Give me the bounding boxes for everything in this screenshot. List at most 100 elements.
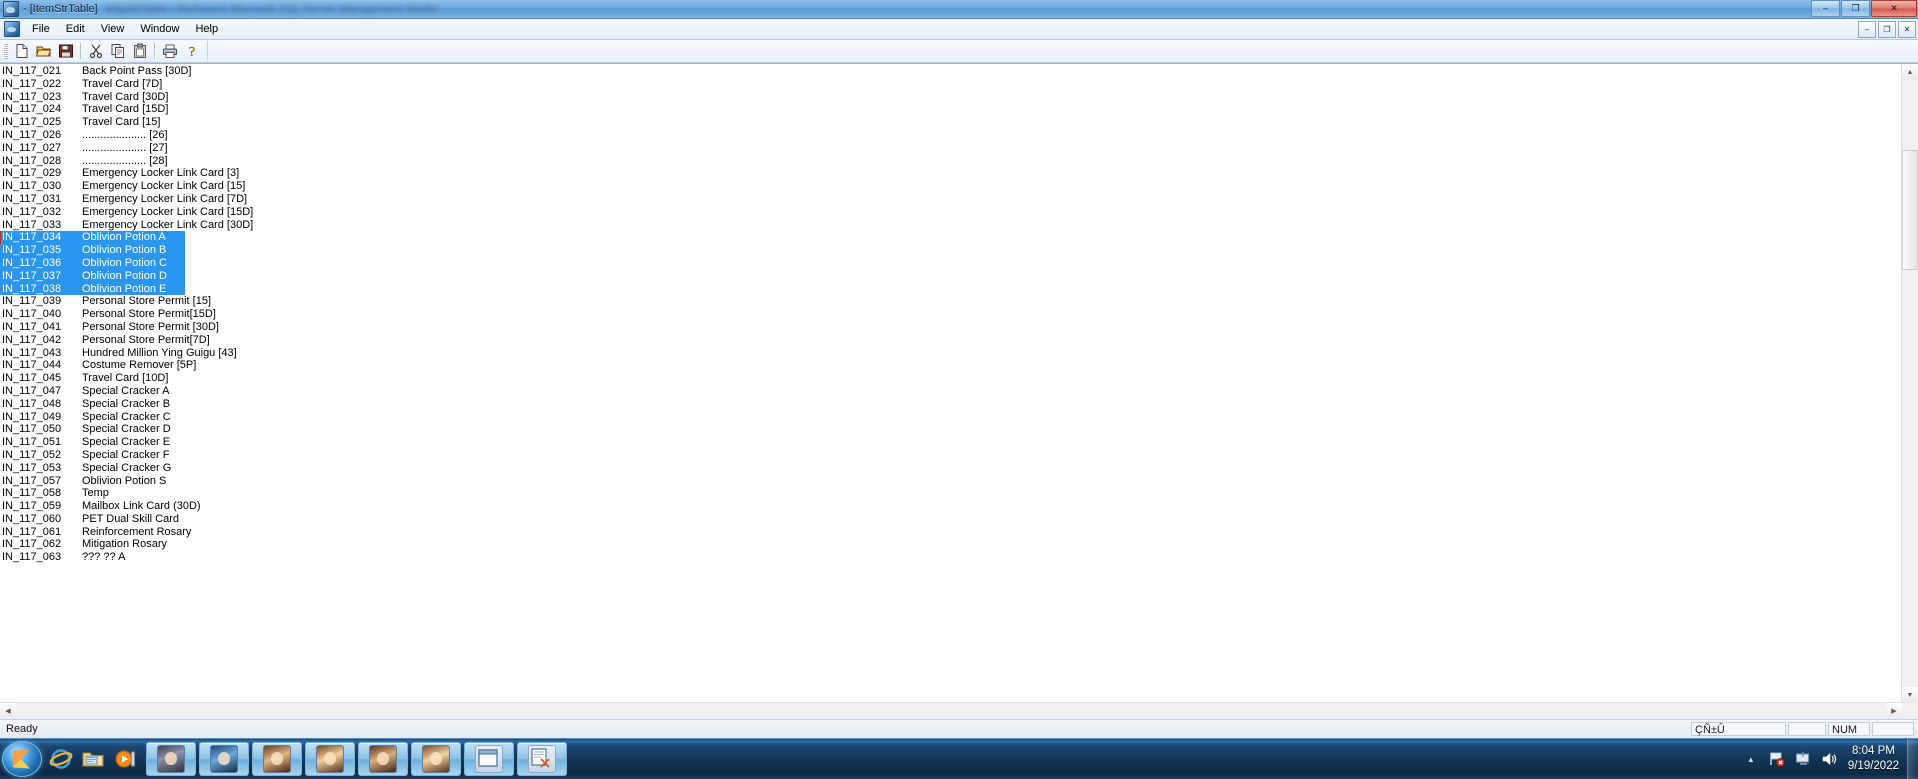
table-row[interactable]: IN_117_022 Travel Card [7D] — [0, 78, 1902, 91]
table-row[interactable]: IN_117_052 Special Cracker F — [0, 449, 1902, 462]
scroll-up-arrow[interactable]: ▲ — [1902, 64, 1918, 80]
task-button-game-client-2[interactable] — [199, 742, 249, 776]
table-row[interactable]: IN_117_059 Mailbox Link Card (30D) — [0, 500, 1902, 513]
status-scroll-pane — [1872, 722, 1914, 736]
task-button-sql-tool-window[interactable] — [517, 742, 567, 776]
menu-item-view[interactable]: View — [93, 22, 133, 37]
table-row[interactable]: IN_117_029 Emergency Locker Link Card [3] — [0, 167, 1902, 180]
table-row[interactable]: IN_117_053 Special Cracker G — [0, 462, 1902, 475]
table-row[interactable]: IN_117_043 Hundred Million Ying Guigu [43… — [0, 347, 1902, 360]
start-button[interactable] — [2, 741, 42, 777]
row-id: IN_117_059 — [2, 500, 62, 513]
copy-button[interactable] — [107, 41, 129, 61]
table-row[interactable]: IN_117_038 Oblivion Potion E — [0, 282, 185, 296]
cut-button[interactable] — [85, 41, 107, 61]
table-row[interactable]: IN_117_039 Personal Store Permit [15] — [0, 295, 1902, 308]
table-row[interactable]: IN_117_025 Travel Card [15] — [0, 116, 1902, 129]
table-row[interactable]: IN_117_031 Emergency Locker Link Card [7D… — [0, 193, 1902, 206]
mdi-child-system-icon[interactable] — [4, 21, 20, 37]
table-row[interactable]: IN_117_034 Oblivion Potion A — [0, 231, 185, 245]
table-row[interactable]: IN_117_021 Back Point Pass [30D] — [0, 65, 1902, 78]
table-row[interactable]: IN_117_048 Special Cracker B — [0, 398, 1902, 411]
menu-item-help[interactable]: Help — [187, 22, 226, 37]
menu-item-edit[interactable]: Edit — [58, 22, 93, 37]
table-row[interactable]: IN_117_035 Oblivion Potion B — [0, 244, 185, 257]
table-row[interactable]: IN_117_063 ??? ?? A — [0, 551, 1902, 564]
windows-explorer-button[interactable] — [80, 745, 106, 773]
table-row[interactable]: IN_117_047 Special Cracker A — [0, 385, 1902, 398]
toolbar-grip[interactable] — [3, 43, 8, 59]
mdi-restore-button[interactable]: ❐ — [1878, 21, 1896, 38]
row-id: IN_117_051 — [2, 436, 62, 449]
mdi-close-button[interactable]: ✕ — [1898, 21, 1916, 38]
network-flag-icon[interactable] — [1767, 749, 1787, 769]
about-button[interactable]: ? — [181, 41, 203, 61]
minimize-button[interactable]: – — [1811, 0, 1840, 17]
game-avatar-icon — [422, 745, 450, 773]
task-button-game-client-4[interactable] — [305, 742, 355, 776]
task-button-editor-window[interactable] — [464, 742, 514, 776]
game-avatar-icon — [316, 745, 344, 773]
table-row[interactable]: IN_117_028 ..................... [28] — [0, 155, 1902, 168]
menu-item-file[interactable]: File — [24, 22, 58, 37]
mdi-minimize-button[interactable]: – — [1858, 21, 1876, 38]
table-row[interactable]: IN_117_045 Travel Card [10D] — [0, 372, 1902, 385]
maximize-button[interactable]: ❐ — [1841, 0, 1870, 17]
table-row[interactable]: IN_117_027 ..................... [27] — [0, 142, 1902, 155]
taskbar-clock[interactable]: 8:04 PM 9/19/2022 — [1848, 744, 1899, 774]
table-row[interactable]: IN_117_036 Oblivion Potion C — [0, 256, 185, 270]
table-row[interactable]: IN_117_042 Personal Store Permit[7D] — [0, 334, 1902, 347]
show-hidden-icons-button[interactable]: ▲ — [1741, 749, 1761, 769]
task-button-game-client-3[interactable] — [252, 742, 302, 776]
table-row[interactable]: IN_117_030 Emergency Locker Link Card [15… — [0, 180, 1902, 193]
save-button[interactable] — [55, 41, 77, 61]
task-button-game-client-1[interactable] — [146, 742, 196, 776]
table-row[interactable]: IN_117_040 Personal Store Permit[15D] — [0, 308, 1902, 321]
vertical-scroll-track[interactable] — [1902, 80, 1918, 150]
horizontal-scrollbar[interactable]: ◀ ▶ — [0, 702, 1902, 719]
vertical-scrollbar[interactable]: ▲ ▼ — [1901, 64, 1918, 703]
table-row[interactable]: IN_117_060 PET Dual Skill Card — [0, 513, 1902, 526]
window-title-bar[interactable]: - [ItemStrTable] MapStrTable - BluSource… — [0, 0, 1918, 19]
media-player-button[interactable] — [112, 745, 138, 773]
table-row[interactable]: IN_117_049 Special Cracker C — [0, 411, 1902, 424]
row-name: Emergency Locker Link Card [15D] — [82, 205, 254, 218]
table-row[interactable]: IN_117_041 Personal Store Permit [30D] — [0, 321, 1902, 334]
table-row[interactable]: IN_117_050 Special Cracker D — [0, 423, 1902, 436]
close-button[interactable]: ✕ — [1871, 0, 1917, 17]
volume-icon[interactable] — [1819, 749, 1839, 769]
toolbar-separator-1 — [80, 43, 82, 59]
internet-explorer-button[interactable] — [48, 745, 74, 773]
table-row[interactable]: IN_117_062 Mitigation Rosary — [0, 538, 1902, 551]
open-file-button[interactable] — [33, 41, 55, 61]
task-button-game-client-5[interactable] — [358, 742, 408, 776]
row-id: IN_117_031 — [2, 192, 62, 205]
clock-date: 9/19/2022 — [1847, 760, 1899, 772]
table-row[interactable]: IN_117_037 Oblivion Potion D — [0, 269, 185, 283]
scroll-down-arrow[interactable]: ▼ — [1902, 687, 1918, 703]
paste-button[interactable] — [129, 41, 151, 61]
table-row[interactable]: IN_117_033 Emergency Locker Link Card [30… — [0, 219, 1902, 232]
show-desktop-button[interactable] — [1907, 739, 1918, 779]
table-row[interactable]: IN_117_023 Travel Card [30D] — [0, 91, 1902, 104]
scroll-left-arrow[interactable]: ◀ — [0, 703, 16, 719]
vertical-scroll-thumb[interactable] — [1902, 150, 1918, 270]
action-center-icon[interactable] — [1793, 749, 1813, 769]
print-button[interactable] — [159, 41, 181, 61]
new-file-button[interactable] — [11, 41, 33, 61]
row-name: Reinforcement Rosary — [82, 525, 192, 538]
table-row[interactable]: IN_117_057 Oblivion Potion S — [0, 475, 1902, 488]
scroll-right-arrow[interactable]: ▶ — [1886, 703, 1902, 719]
table-row[interactable]: IN_117_026 ..................... [26] — [0, 129, 1902, 142]
task-button-game-client-6[interactable] — [411, 742, 461, 776]
item-string-table-list[interactable]: IN_117_021 Back Point Pass [30D] IN_117_02… — [0, 64, 1902, 703]
table-row[interactable]: IN_117_058 Temp — [0, 487, 1902, 500]
table-row[interactable]: IN_117_061 Reinforcement Rosary — [0, 526, 1902, 539]
table-row[interactable]: IN_117_032 Emergency Locker Link Card [15… — [0, 206, 1902, 219]
table-row[interactable]: IN_117_051 Special Cracker E — [0, 436, 1902, 449]
vertical-scroll-track-lower[interactable] — [1902, 270, 1918, 687]
horizontal-scroll-track[interactable] — [16, 703, 1886, 719]
table-row[interactable]: IN_117_024 Travel Card [15D] — [0, 103, 1902, 116]
menu-item-window[interactable]: Window — [132, 22, 187, 37]
table-row[interactable]: IN_117_044 Costume Remover [5P] — [0, 359, 1902, 372]
